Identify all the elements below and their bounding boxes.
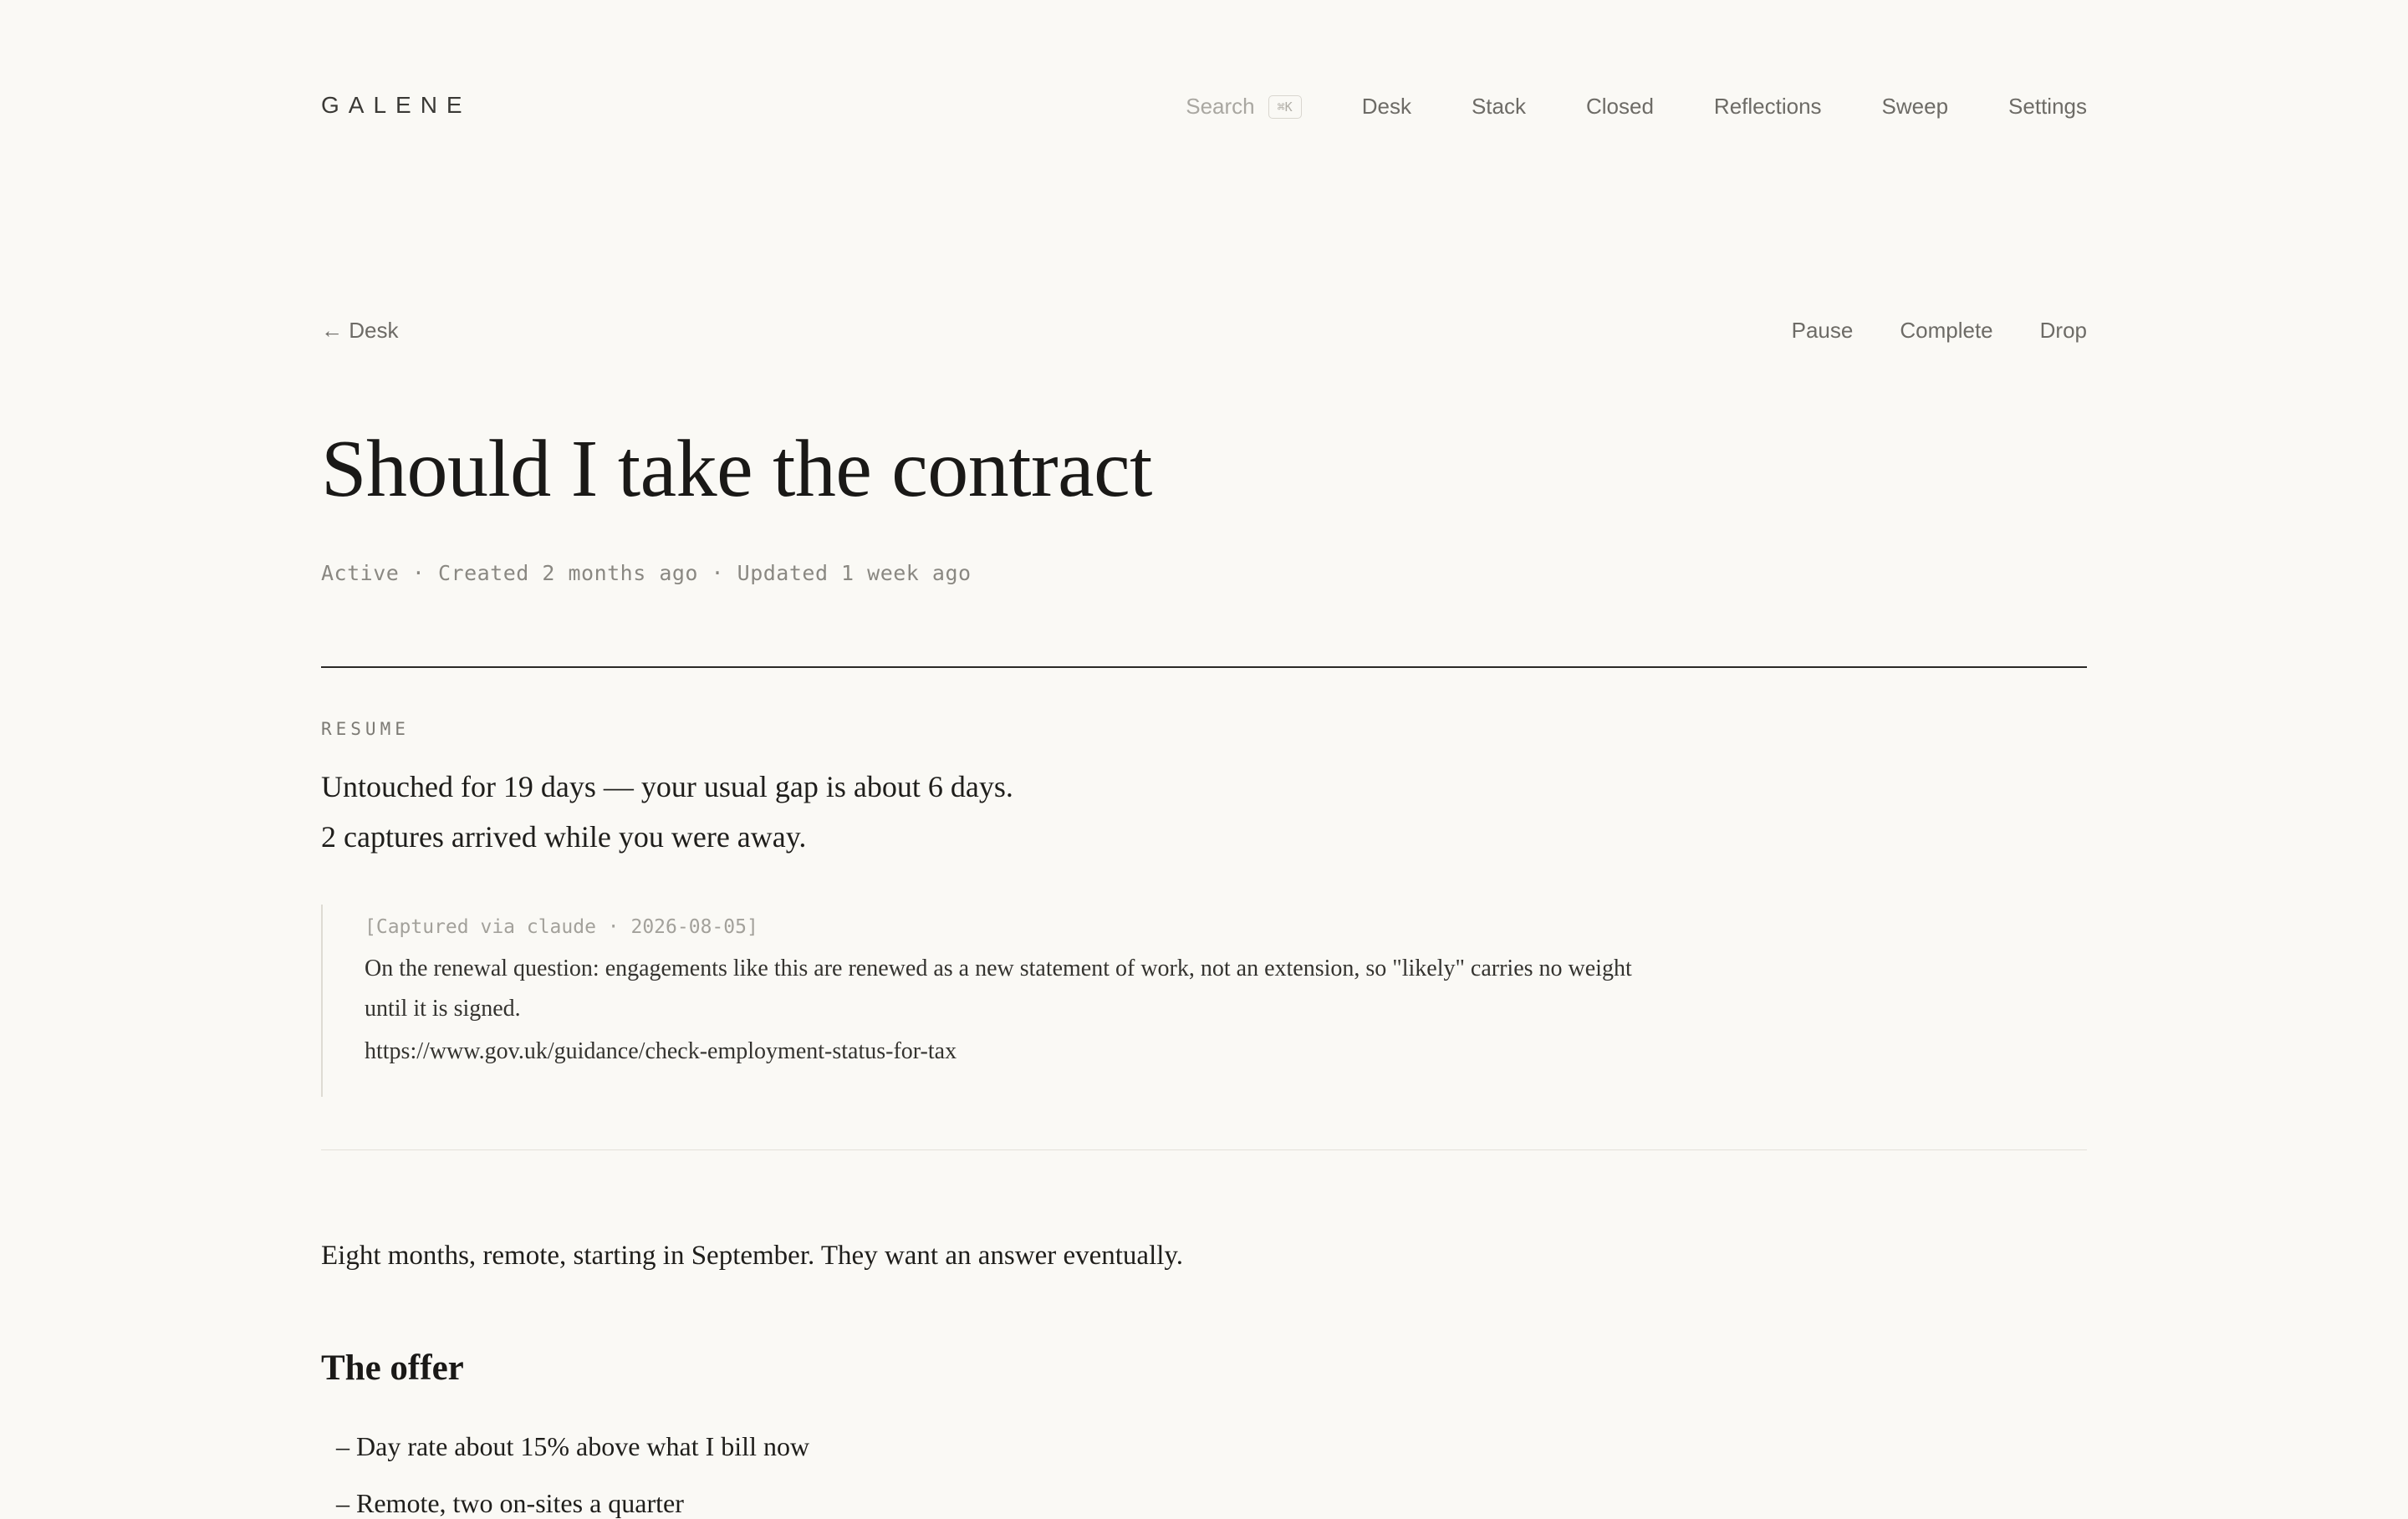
drop-button[interactable]: Drop bbox=[2040, 318, 2087, 344]
list-item: – Remote, two on-sites a quarter bbox=[336, 1488, 684, 1518]
nav-item-reflections[interactable]: Reflections bbox=[1714, 94, 1822, 120]
nav-item-sweep[interactable]: Sweep bbox=[1882, 94, 1949, 120]
pause-button[interactable]: Pause bbox=[1792, 318, 1854, 344]
thread-toolbar: ← Desk Pause Complete Drop bbox=[321, 318, 2087, 344]
nav-item-settings[interactable]: Settings bbox=[2008, 94, 2087, 120]
section-heading-offer: The offer bbox=[321, 1348, 464, 1388]
main-nav: Search ⌘K Desk Stack Closed Reflections … bbox=[1186, 94, 2087, 120]
nav-item-desk[interactable]: Desk bbox=[1362, 94, 1411, 120]
thread-meta: Active · Created 2 months ago · Updated … bbox=[321, 561, 972, 585]
divider bbox=[321, 1149, 2087, 1150]
app-logo[interactable]: GALENE bbox=[321, 92, 472, 119]
capture-body: On the renewal question: engagements lik… bbox=[365, 956, 1632, 1022]
capture-link[interactable]: https://www.gov.uk/guidance/check-employ… bbox=[365, 1038, 957, 1065]
back-to-desk-link[interactable]: ← Desk bbox=[321, 318, 398, 344]
page-title: Should I take the contract bbox=[321, 424, 1152, 514]
thread-actions: Pause Complete Drop bbox=[1745, 318, 2087, 344]
resume-captures-text: 2 captures arrived while you were away. bbox=[321, 820, 807, 854]
thread-intro-text: Eight months, remote, starting in Septem… bbox=[321, 1241, 1184, 1271]
list-item: – Day rate about 15% above what I bill n… bbox=[336, 1431, 810, 1461]
complete-button[interactable]: Complete bbox=[1900, 318, 1992, 344]
capture-meta: [Captured via claude · 2026-08-05] bbox=[365, 916, 758, 938]
resume-gap-text: Untouched for 19 days — your usual gap i… bbox=[321, 770, 1013, 803]
search-shortcut-badge: ⌘K bbox=[1268, 94, 1302, 119]
resume-section-label: RESUME bbox=[321, 719, 410, 739]
divider bbox=[321, 666, 2087, 668]
nav-item-stack[interactable]: Stack bbox=[1472, 94, 1526, 120]
search-label: Search bbox=[1186, 94, 1255, 119]
capture-quote: [Captured via claude · 2026-08-05] On th… bbox=[321, 905, 1677, 1097]
nav-item-closed[interactable]: Closed bbox=[1586, 94, 1654, 120]
search-button[interactable]: Search ⌘K bbox=[1186, 94, 1302, 120]
top-header: GALENE Search ⌘K Desk Stack Closed Refle… bbox=[321, 90, 2087, 124]
